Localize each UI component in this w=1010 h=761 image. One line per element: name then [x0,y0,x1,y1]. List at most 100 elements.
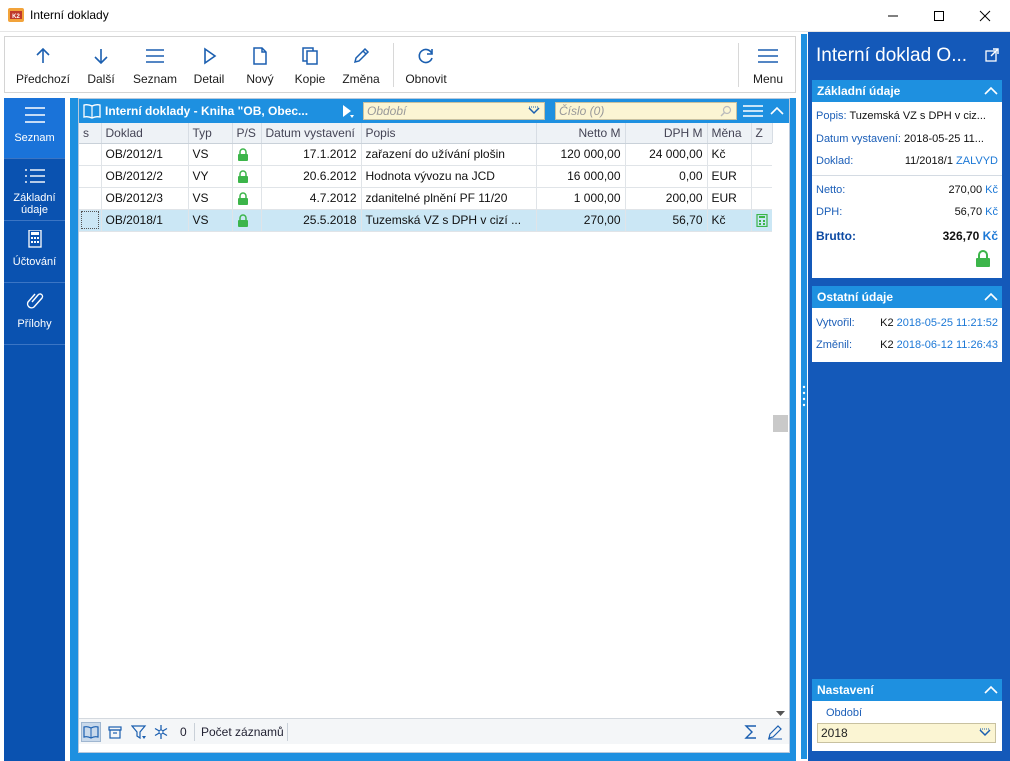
book-selector-icon[interactable] [341,104,355,118]
menu-label: Menu [752,72,784,86]
pencil-icon [353,47,370,64]
filter-button[interactable] [129,722,149,742]
popis-field: Popis: Tuzemská VZ s DPH v ciz... [816,110,986,122]
window-title: Interní doklady [30,8,109,22]
period-filter-input[interactable]: Období [363,102,545,120]
new-label: Nový [246,72,274,86]
other-data-header[interactable]: Ostatní údaje [812,286,1002,308]
cell-ps [232,165,262,188]
refresh-button[interactable]: Obnovit [401,37,451,92]
created-user: K2 [880,317,894,329]
cell-dph: 200,00 [625,187,708,210]
new-document-icon [253,47,267,65]
book-icon [83,726,99,739]
column-header[interactable]: Měna [707,123,752,144]
record-count-button[interactable]: Počet záznamů [201,725,284,739]
table-row[interactable]: OB/2012/2 VY 20.6.2012 Hodnota vývozu na… [79,165,773,188]
table-row[interactable]: OB/2012/1 VS 17.1.2012 zařazení do užívá… [79,143,773,166]
list-label: Seznam [132,72,178,86]
documents-table: s Doklad Typ P/S Datum vystavení Popis N… [79,123,773,232]
chevron-up-icon[interactable] [983,289,999,305]
grid-menu-icon[interactable] [743,103,763,119]
settings-card: Nastavení Období 2018 [812,679,1002,751]
divider [812,175,1002,176]
settings-header[interactable]: Nastavení [812,679,1002,701]
nav-item-list[interactable]: Seznam [4,98,65,159]
cell-z [751,209,773,232]
popout-icon[interactable] [985,48,999,62]
chevron-up-icon[interactable] [983,83,999,99]
changed-user: K2 [880,339,894,351]
table-row-selected[interactable]: OB/2018/1 VS 25.5.2018 Tuzemská VZ s DPH… [79,209,773,232]
row-selector[interactable] [79,143,102,166]
sum-button[interactable] [741,722,761,742]
copy-button[interactable]: Kopie [290,37,330,92]
book-icon[interactable] [83,103,101,119]
list-button[interactable]: Seznam [129,37,181,92]
minimize-button[interactable] [870,0,916,31]
row-selector[interactable] [79,209,102,232]
nav-item-attachments[interactable]: Přílohy [4,284,65,345]
popis-label: Popis: [816,110,847,122]
brutto-label: Brutto: [816,229,856,243]
column-header[interactable]: Doklad [101,123,189,144]
edit-columns-button[interactable] [765,722,785,742]
main-area: Předchozí Další Seznam Detail Nový Kopie… [0,32,800,761]
chevron-up-icon[interactable] [983,682,999,698]
column-header[interactable]: s [79,123,102,144]
arrow-up-icon [36,47,50,63]
next-button[interactable]: Další [79,37,123,92]
column-header[interactable]: DPH M [625,123,708,144]
snowflake-button[interactable] [151,722,171,742]
search-icon[interactable] [720,105,732,117]
previous-button[interactable]: Předchozí [13,37,73,92]
column-header[interactable]: P/S [232,123,262,144]
cell-mena: EUR [707,165,752,188]
dropdown-icon[interactable] [528,106,540,116]
drag-handle-icon[interactable] [802,384,806,408]
number-search-input[interactable]: Číslo (0) [555,102,737,120]
panel-splitter[interactable] [800,32,808,761]
detail-button[interactable]: Detail [189,37,229,92]
edit-button[interactable]: Změna [339,37,383,92]
table-row[interactable]: OB/2012/3 VS 4.7.2012 zdanitelné plnění … [79,187,773,210]
basic-data-header[interactable]: Základní údaje [812,80,1002,102]
menu-button[interactable]: Menu [746,37,790,92]
settings-period-value: 2018 [821,726,848,740]
maximize-button[interactable] [916,0,962,31]
netto-label-wrap: Netto: [816,184,845,196]
column-header[interactable]: Datum vystavení [261,123,362,144]
new-button[interactable]: Nový [240,37,280,92]
settings-period-select[interactable]: 2018 [817,723,996,743]
column-header[interactable]: Z [751,123,773,144]
nav-item-accounting[interactable]: Účtování [4,222,65,283]
cell-dph: 0,00 [625,165,708,188]
close-button[interactable] [962,0,1008,31]
basic-data-title: Základní údaje [817,84,901,98]
chevron-up-icon[interactable] [769,103,785,119]
pencil-icon [768,725,782,740]
column-header[interactable]: Popis [361,123,537,144]
lock-icon [976,250,990,267]
book-view-button[interactable] [81,722,101,742]
scroll-down-icon[interactable] [776,709,785,718]
doklad-label: Doklad: [816,155,854,167]
changed-field: Změnil: [816,339,852,351]
row-selector[interactable] [79,165,102,188]
vertical-scrollbar[interactable] [772,143,789,733]
dph-currency: Kč [985,206,998,218]
cell-popis: Tuzemská VZ s DPH v cizí ... [361,209,537,232]
settings-period-label-wrap: Období [826,707,862,719]
snowflake-icon [154,725,168,739]
accounting-calculator-icon[interactable] [755,214,768,228]
nav-item-basic-data[interactable]: Základní údaje [4,160,65,221]
scrollbar-thumb[interactable] [773,415,788,432]
doklad-status-link[interactable]: ZALVYD [956,155,998,167]
column-header[interactable]: Typ [188,123,233,144]
settings-period-label: Období [826,707,863,719]
dropdown-icon[interactable] [979,728,991,738]
column-header[interactable]: Netto M [536,123,626,144]
list-icon [146,49,164,63]
row-selector[interactable] [79,187,102,210]
archive-button[interactable] [105,722,125,742]
